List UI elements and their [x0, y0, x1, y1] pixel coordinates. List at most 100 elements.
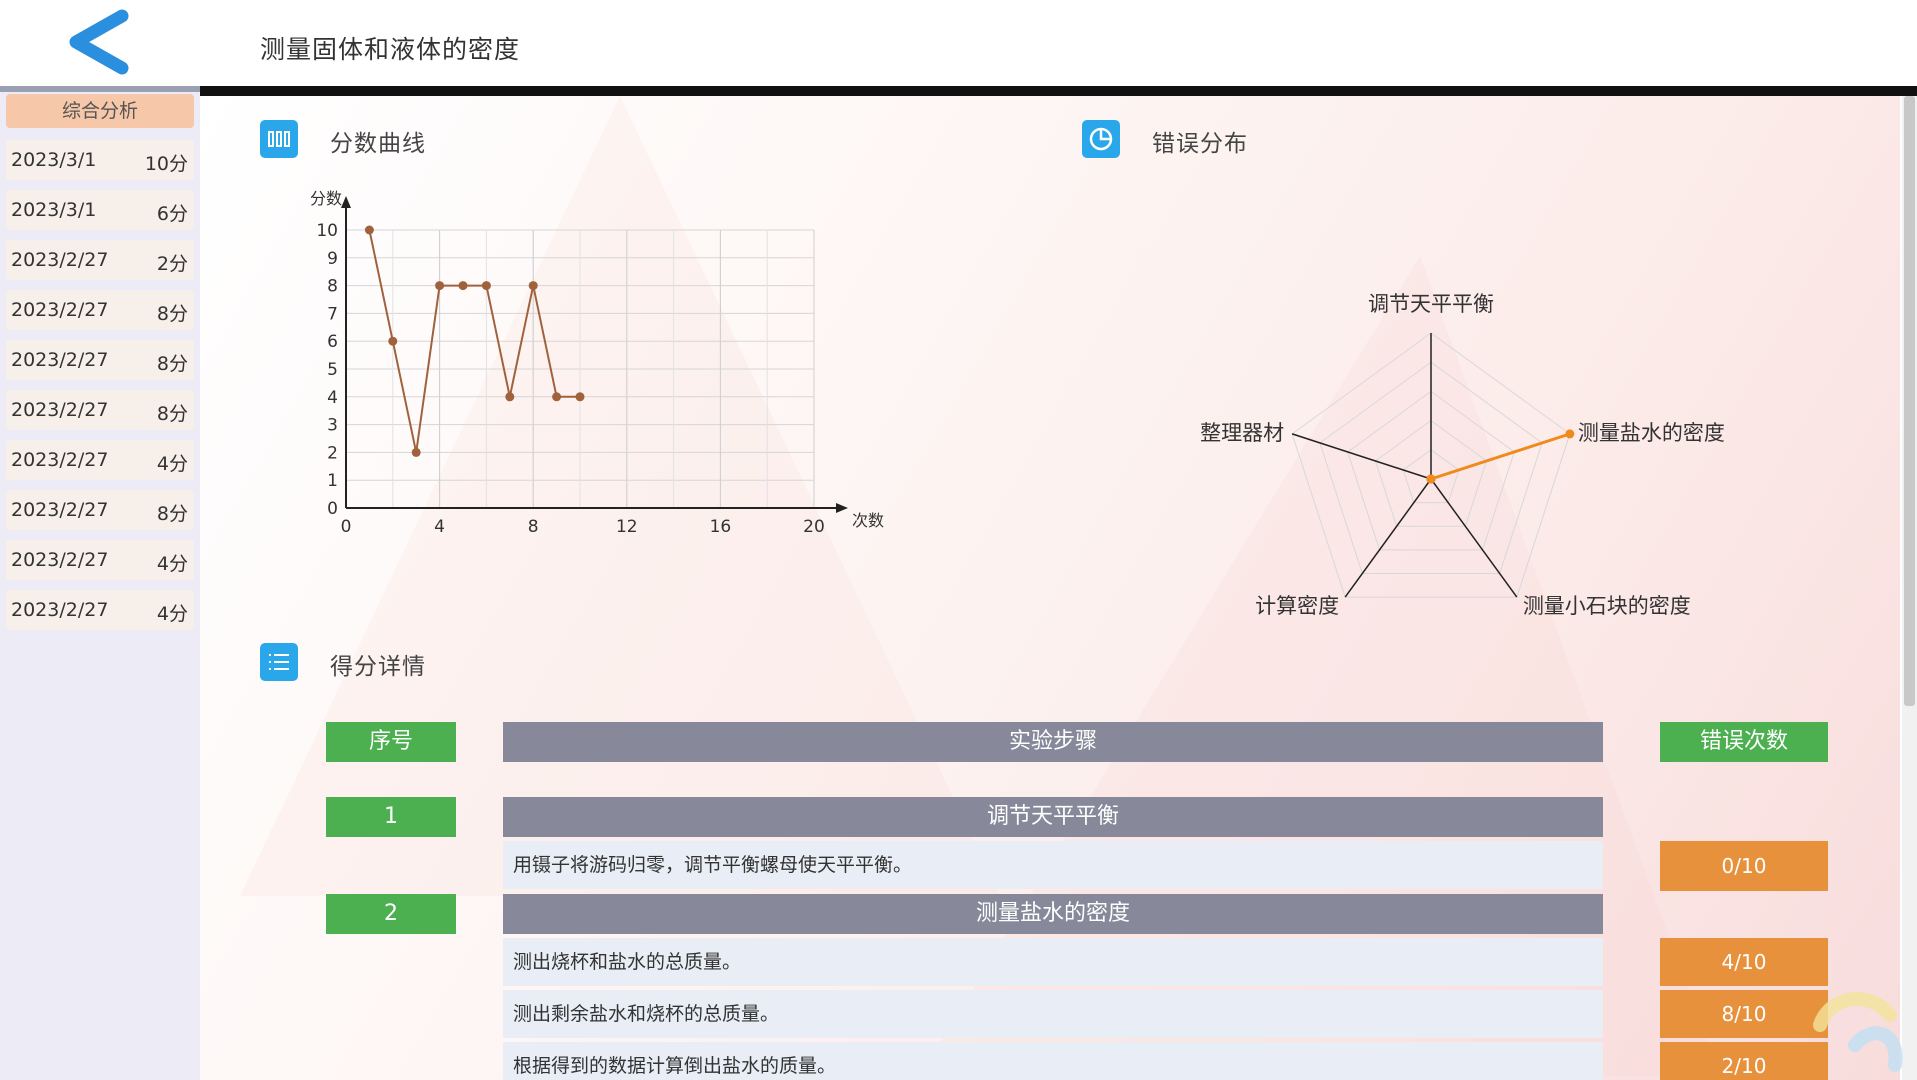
score-detail-title: 得分详情: [330, 654, 426, 680]
data-point: [575, 392, 585, 402]
overall-analysis-button[interactable]: 综合分析: [6, 94, 194, 128]
x-axis-label: 次数: [852, 511, 884, 530]
data-point: [364, 225, 374, 235]
radar-spoke: [1291, 433, 1432, 480]
x-tick-label: 4: [434, 517, 445, 537]
error-count: 8/10: [1660, 990, 1828, 1038]
history-score: 2分: [156, 253, 188, 275]
y-tick-label: 7: [327, 304, 338, 324]
back-arrow-icon[interactable]: [60, 8, 140, 78]
y-tick-label: 3: [327, 416, 338, 436]
history-score: 8分: [156, 503, 188, 525]
history-date: 2023/2/27: [11, 299, 109, 321]
y-tick-label: 4: [327, 388, 338, 408]
history-date: 2023/2/27: [11, 499, 109, 521]
data-point: [481, 281, 491, 291]
column-header-errors: 错误次数: [1660, 722, 1828, 762]
radar-axis-label: 测量盐水的密度: [1578, 421, 1725, 445]
history-score: 4分: [156, 453, 188, 475]
radar-axis-label: 整理器材: [1200, 421, 1284, 445]
y-tick-label: 10: [316, 221, 338, 241]
history-score: 10分: [144, 153, 188, 175]
history-list: 2023/3/1 10分 2023/3/1 6分 2023/2/27 2分 2023/…: [0, 140, 200, 640]
group-title: 调节天平平衡: [503, 797, 1603, 837]
step-row-text: 测出剩余盐水和烧杯的总质量。: [503, 990, 1603, 1038]
group-title: 测量盐水的密度: [503, 894, 1603, 934]
history-item[interactable]: 2023/2/27 2分: [6, 240, 194, 280]
x-axis-arrow: [836, 503, 848, 513]
data-point: [388, 336, 398, 346]
history-item[interactable]: 2023/2/27 8分: [6, 390, 194, 430]
history-score: 4分: [156, 553, 188, 575]
y-tick-label: 5: [327, 360, 338, 380]
history-item[interactable]: 2023/3/1 10分: [6, 140, 194, 180]
data-point: [411, 447, 421, 457]
history-item[interactable]: 2023/2/27 8分: [6, 490, 194, 530]
step-row-text: 测出烧杯和盐水的总质量。: [503, 938, 1603, 986]
error-radar-chart: 调节天平平衡测量盐水的密度测量小石块的密度 计算密度 整理器材: [1200, 292, 1725, 618]
history-sidebar: 综合分析 2023/3/1 10分 2023/3/1 6分 2023/2/27 2分 …: [0, 86, 200, 1080]
history-date: 2023/2/27: [11, 599, 109, 621]
score-line-chart: 0123456789100 4 8 12 16 20 次数分数: [310, 189, 884, 537]
history-date: 2023/3/1: [11, 149, 97, 171]
history-date: 2023/2/27: [11, 349, 109, 371]
radar-axis-label: 调节天平平衡: [1368, 292, 1494, 316]
error-count: 4/10: [1660, 938, 1828, 986]
error-distribution-title: 错误分布: [1152, 131, 1248, 157]
history-score: 8分: [156, 303, 188, 325]
list-icon: [260, 643, 298, 681]
step-row-text: 用镊子将游码归零，调节平衡螺母使天平平衡。: [503, 841, 1603, 889]
step-row-text: 根据得到的数据计算倒出盐水的质量。: [503, 1042, 1603, 1080]
radar-axis-label: 测量小石块的密度: [1523, 594, 1691, 618]
header-divider: [200, 86, 1917, 96]
x-tick-label: 0: [341, 517, 352, 537]
y-axis-label: 分数: [310, 189, 342, 208]
y-tick-label: 2: [327, 443, 338, 463]
history-date: 2023/2/27: [11, 249, 109, 271]
history-item[interactable]: 2023/2/27 4分: [6, 540, 194, 580]
radar-spoke: [1344, 478, 1432, 598]
history-date: 2023/2/27: [11, 449, 109, 471]
history-score: 4分: [156, 603, 188, 625]
column-header-index: 序号: [326, 722, 456, 762]
header-bar: 测量固体和液体的密度: [0, 0, 1917, 86]
x-tick-label: 16: [710, 517, 732, 537]
y-tick-label: 6: [327, 332, 338, 352]
history-item[interactable]: 2023/2/27 8分: [6, 340, 194, 380]
data-point: [505, 392, 515, 402]
radar-point: [1426, 474, 1436, 484]
bar-chart-icon: [260, 120, 298, 158]
radar-point: [1565, 429, 1575, 439]
sidebar-top-strip: [0, 86, 200, 92]
error-count: 2/10: [1660, 1042, 1828, 1080]
y-axis-arrow: [341, 196, 351, 208]
history-item[interactable]: 2023/3/1 6分: [6, 190, 194, 230]
data-point: [458, 281, 468, 291]
group-index: 2: [326, 894, 456, 934]
y-tick-label: 0: [327, 499, 338, 519]
error-count: 0/10: [1660, 841, 1828, 891]
decorative-logo-icon: [1813, 992, 1903, 1072]
x-tick-label: 8: [528, 517, 539, 537]
history-item[interactable]: 2023/2/27 4分: [6, 590, 194, 630]
y-tick-label: 9: [327, 249, 338, 269]
column-header-step: 实验步骤: [503, 722, 1603, 762]
history-item[interactable]: 2023/2/27 8分: [6, 290, 194, 330]
x-tick-label: 12: [616, 517, 638, 537]
y-tick-label: 1: [327, 471, 338, 491]
history-date: 2023/3/1: [11, 199, 97, 221]
history-score: 8分: [156, 353, 188, 375]
x-tick-label: 20: [803, 517, 825, 537]
radar-axis-label: 计算密度: [1255, 594, 1339, 618]
scrollbar-thumb[interactable]: [1904, 96, 1915, 706]
y-tick-label: 8: [327, 277, 338, 297]
history-date: 2023/2/27: [11, 399, 109, 421]
vertical-scrollbar[interactable]: [1902, 96, 1917, 1080]
history-date: 2023/2/27: [11, 549, 109, 571]
history-item[interactable]: 2023/2/27 4分: [6, 440, 194, 480]
group-index: 1: [326, 797, 456, 837]
radar-spoke: [1430, 478, 1518, 598]
data-point: [435, 281, 445, 291]
history-score: 6分: [156, 203, 188, 225]
data-point: [552, 392, 562, 402]
